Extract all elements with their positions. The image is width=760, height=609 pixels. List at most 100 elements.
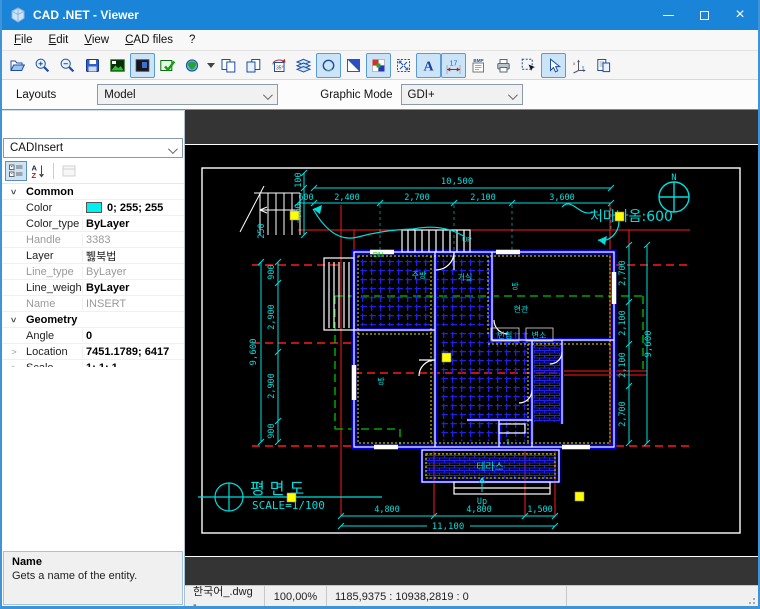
paste-pages-icon[interactable] [241, 53, 266, 78]
menu-file[interactable]: File [6, 32, 41, 48]
category-row[interactable]: >Geometry [2, 312, 184, 328]
dim-right-2: 2,100 [618, 310, 628, 336]
zoom-out-icon[interactable] [55, 53, 80, 78]
plan-title-text: 평면도 [250, 479, 309, 498]
circle-draw-icon[interactable] [316, 53, 341, 78]
menu-view[interactable]: View [76, 32, 117, 48]
close-button[interactable]: × [722, 0, 758, 30]
status-filename: 한국어_.dwg - [185, 586, 265, 607]
status-coordinates: 1185,9375 : 10938,2819 : 0 [327, 586, 567, 607]
menu-edit[interactable]: Edit [41, 32, 77, 48]
canvas-bottom-margin [185, 556, 760, 585]
property-description-title: Name [12, 556, 174, 568]
text-tool-icon[interactable]: A [416, 53, 441, 78]
zoom-in-icon[interactable] [30, 53, 55, 78]
dim-left-2: 2,900 [267, 304, 277, 330]
canvas-top-margin [185, 110, 760, 144]
dim-bottom-1: 4,800 [374, 505, 400, 515]
image-check-icon[interactable] [155, 53, 180, 78]
title-bar: CAD .NET - Viewer × [2, 0, 758, 30]
ucs-axes-icon[interactable]: xy [566, 53, 591, 78]
app-logo-cube-icon [10, 7, 26, 23]
property-row-handle[interactable]: Handle3383 [2, 232, 184, 248]
dim-left-overall: 9,600 [249, 338, 259, 365]
open-file-icon[interactable] [5, 53, 30, 78]
alphabetical-sort-icon[interactable]: AZ [27, 161, 49, 181]
menu-help[interactable]: ? [181, 32, 203, 48]
dim-top-2: 2,400 [334, 193, 360, 203]
property-row-color[interactable]: Color0; 255; 255 [2, 200, 184, 216]
render-dropdown-caret-icon[interactable] [205, 53, 216, 78]
entity-type-select[interactable]: CADInsert [3, 138, 183, 158]
svg-text:Z: Z [32, 171, 37, 179]
dim-bottom-overall: 11,100 [432, 522, 465, 532]
status-bar: 한국어_.dwg - 100,00% 1185,9375 : 10938,281… [185, 585, 758, 607]
closet-label: 반침 [498, 331, 513, 340]
dn-label: DN [373, 252, 383, 259]
save-icon[interactable] [80, 53, 105, 78]
fit-to-screen-icon[interactable] [391, 53, 416, 78]
svg-text:17: 17 [450, 60, 458, 67]
copy-pages-icon[interactable] [216, 53, 241, 78]
image-dark-icon[interactable] [130, 53, 155, 78]
kitchen-label: 주방 [412, 270, 427, 280]
dimension-tool-icon[interactable]: 17 [441, 53, 466, 78]
property-description-text: Gets a name of the entity. [12, 570, 174, 582]
svg-text:x: x [573, 61, 576, 66]
minimize-button[interactable] [650, 0, 686, 30]
render-sphere-icon[interactable] [180, 53, 205, 78]
dim-top-1: 600 [298, 193, 313, 203]
living-tile-hatch [439, 332, 528, 441]
inspector-panel: CADInsert AZ >Common Color0; 255; 255 Co… [2, 110, 185, 606]
rotate-35-icon[interactable]: 35° [266, 53, 291, 78]
color-squares-icon[interactable] [366, 53, 391, 78]
graphic-mode-select[interactable]: GDI+ [401, 84, 523, 105]
property-row-angle[interactable]: Angle0 [2, 328, 184, 344]
image-view-icon[interactable] [105, 53, 130, 78]
property-row-location[interactable]: >Location7451.1789; 6417 [2, 344, 184, 360]
entity-type-value: CADInsert [10, 142, 63, 154]
svg-text:35°: 35° [276, 65, 284, 71]
property-pages-icon[interactable] [58, 161, 80, 181]
inspector-toolbar: AZ [2, 158, 184, 184]
property-row-name[interactable]: NameINSERT [2, 296, 184, 312]
property-row-line-type[interactable]: Line_typeByLayer [2, 264, 184, 280]
print-icon[interactable] [491, 53, 516, 78]
resize-grip[interactable] [744, 586, 758, 607]
svg-text:BMP: BMP [473, 58, 483, 63]
categorized-view-icon[interactable] [5, 161, 27, 181]
kitchen-tile-hatch [358, 256, 490, 326]
property-row-color-type[interactable]: Color_typeByLayer [2, 216, 184, 232]
north-compass-icon [659, 182, 689, 212]
window-title: CAD .NET - Viewer [33, 8, 650, 22]
layout-bar: Layouts Model Graphic Mode GDI+ [2, 80, 758, 110]
drawing-canvas[interactable]: 10,500 600 2,400 2,700 2,100 3,600 9,600… [185, 110, 760, 585]
property-description: Name Gets a name of the entity. [3, 551, 183, 605]
clipboard-copy-icon[interactable] [591, 53, 616, 78]
bmp-export-icon[interactable]: BMP [466, 53, 491, 78]
dim-left-4: 900 [267, 423, 277, 438]
layers-icon[interactable] [291, 53, 316, 78]
dim-right-1: 2,700 [618, 260, 628, 286]
property-row-layer[interactable]: Layer쀓북법 [2, 248, 184, 264]
select-entities-icon[interactable] [516, 53, 541, 78]
dim-left-3: 2,900 [267, 373, 277, 399]
bath-brick-hatch [534, 342, 560, 422]
category-row[interactable]: >Common [2, 184, 184, 200]
terrace-label: 테라스 [476, 461, 504, 473]
dim-right-3: 2,100 [618, 352, 628, 378]
color-swatch [86, 202, 102, 213]
property-row-scale[interactable]: >Scale1; 1; 1 [2, 360, 184, 367]
dim-top-3: 2,700 [404, 193, 430, 203]
pointer-tool-icon[interactable] [541, 53, 566, 78]
menu-bar: File Edit View CAD files ? [2, 30, 758, 51]
up-small-label: UP [462, 237, 472, 244]
layouts-label: Layouts [16, 89, 56, 101]
half-square-icon[interactable] [341, 53, 366, 78]
menu-cad-files[interactable]: CAD files [117, 32, 181, 48]
maximize-button[interactable] [686, 0, 722, 30]
living-label: 거실 [458, 272, 473, 282]
layout-select[interactable]: Model [97, 84, 278, 105]
dim-stair-250: 250 [257, 223, 267, 238]
property-row-line-weight[interactable]: Line_weighByLayer [2, 280, 184, 296]
